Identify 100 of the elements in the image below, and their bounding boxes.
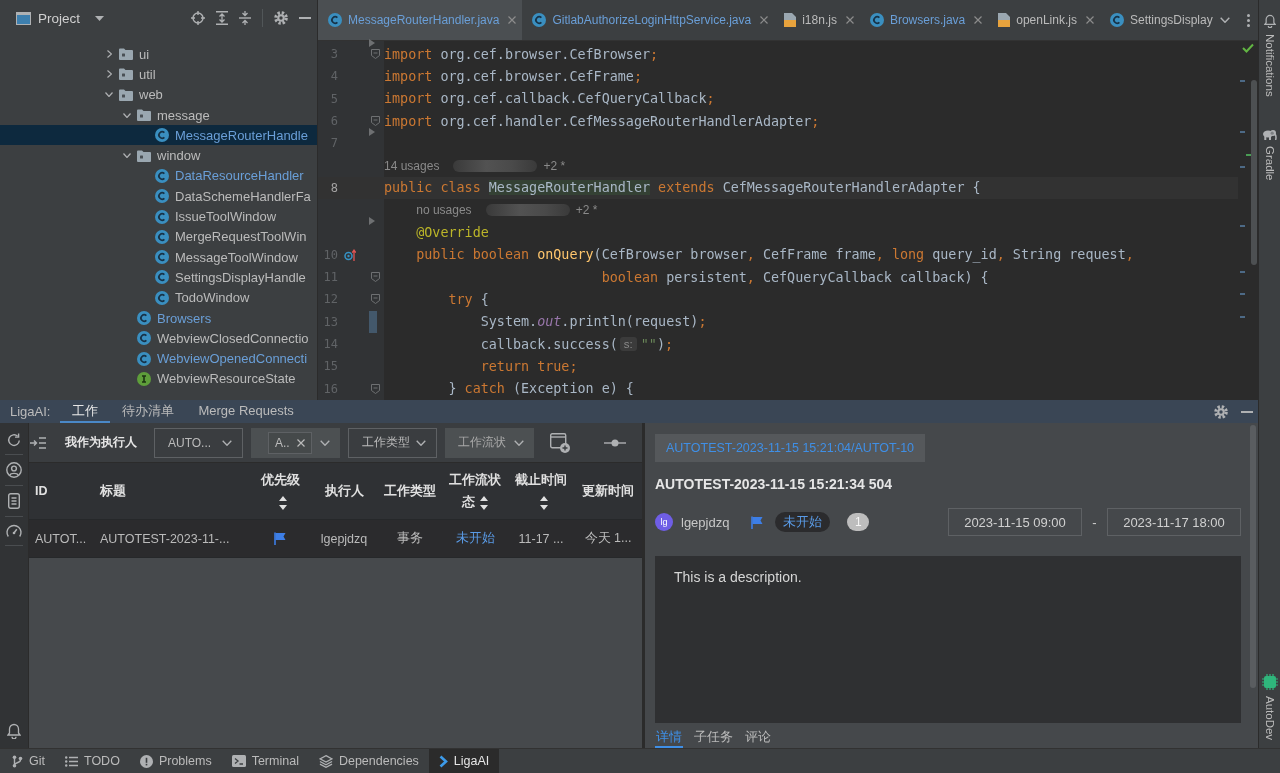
close-icon[interactable] <box>1085 16 1094 24</box>
triangle-icon[interactable] <box>369 128 375 137</box>
close-icon[interactable] <box>508 16 517 24</box>
table-row[interactable]: AUTOT... AUTOTEST-2023-11-... lgepjdzq 事务 未开始 11-17 ... 今天 1... <box>29 520 642 558</box>
tree-item[interactable]: TodoWindow <box>175 290 250 306</box>
close-icon[interactable] <box>296 438 305 447</box>
side-tool-button[interactable]: AutoDev <box>1261 673 1278 740</box>
usages-hint[interactable]: no usages <box>416 203 472 218</box>
description-box[interactable]: This is a description. <box>655 556 1241 723</box>
tree-item[interactable]: WebviewClosedConnectio <box>157 330 309 346</box>
tool-window-button[interactable]: Terminal <box>221 749 309 773</box>
tree-item[interactable]: MessageRouterHandle <box>175 127 308 143</box>
side-tool-button[interactable]: Notifications <box>1263 14 1276 97</box>
column-header[interactable]: 工作流状态 <box>442 463 508 519</box>
selected-row[interactable]: MessageRouterHandle <box>0 125 317 146</box>
triangle-icon[interactable] <box>369 217 375 226</box>
expand-all-icon[interactable] <box>216 11 228 25</box>
tool-window-button[interactable]: Dependencies <box>308 749 429 773</box>
tree-item[interactable]: MergeRequestToolWin <box>175 229 307 245</box>
fold-icon[interactable] <box>370 49 380 60</box>
column-header[interactable]: 标题 <box>93 463 250 519</box>
chevron-down-icon[interactable] <box>1220 17 1230 23</box>
close-icon[interactable] <box>760 16 769 24</box>
document-icon[interactable] <box>8 493 20 509</box>
fold-icon[interactable] <box>370 116 380 127</box>
fold-icon[interactable] <box>370 294 380 305</box>
filter-tag[interactable]: A.. <box>268 431 312 454</box>
chevron-down-icon[interactable] <box>105 92 113 98</box>
sort-icon[interactable] <box>278 495 287 510</box>
change-marker[interactable] <box>369 310 377 333</box>
status-badge[interactable]: 未开始 <box>775 512 831 532</box>
minimize-icon[interactable] <box>1241 410 1253 413</box>
add-window-icon[interactable] <box>550 432 570 453</box>
sort-icon[interactable] <box>539 495 548 510</box>
chevron-right-icon[interactable] <box>106 50 112 59</box>
triangle-icon[interactable] <box>369 39 375 47</box>
tool-window-button[interactable]: TODO <box>55 749 130 773</box>
author-hint[interactable]: +2 * <box>575 203 598 218</box>
filter-dropdown[interactable]: AUTO... <box>154 427 243 458</box>
bell-icon[interactable] <box>7 723 21 739</box>
tool-window-tab[interactable]: Merge Requests <box>186 400 306 423</box>
column-header[interactable]: 截止时间 <box>508 463 574 519</box>
tree-item[interactable]: DataResourceHandler <box>175 168 304 184</box>
refresh-icon[interactable] <box>7 433 21 447</box>
usages-hint[interactable]: 14 usages <box>384 158 440 173</box>
tool-window-button[interactable]: Git <box>2 749 55 773</box>
side-tool-button[interactable]: Gradle <box>1262 128 1277 181</box>
crosshair-icon[interactable] <box>191 11 205 25</box>
editor-tab[interactable]: GitlabAuthorizeLoginHttpService.java <box>522 0 775 40</box>
detail-tab[interactable]: 评论 <box>744 728 772 748</box>
tool-window-tab[interactable]: 待办清单 <box>110 400 187 423</box>
column-header[interactable]: 工作类型 <box>378 463 442 519</box>
tree-item[interactable]: web <box>139 87 163 103</box>
column-header[interactable]: ID <box>29 463 93 519</box>
date-field[interactable]: 2023-11-17 18:00 <box>1107 508 1241 536</box>
tree-item[interactable]: WebviewOpenedConnecti <box>157 351 308 367</box>
chevron-down-icon[interactable] <box>123 112 131 118</box>
tree-item[interactable]: WebviewResourceState <box>157 371 296 387</box>
editor-tab[interactable]: SettingsDisplay <box>1099 0 1219 40</box>
collapse-all-icon[interactable] <box>239 11 251 25</box>
close-icon[interactable] <box>974 16 983 24</box>
editor-tab[interactable]: i18n.js <box>774 0 860 40</box>
tree-item[interactable]: Browsers <box>157 310 212 326</box>
column-header[interactable]: 更新时间 <box>574 463 642 519</box>
editor-tab[interactable]: openLink.js <box>988 0 1100 40</box>
filter-dropdown[interactable]: 工作类型 <box>348 427 437 458</box>
sort-icon[interactable] <box>480 495 488 510</box>
filter-dropdown[interactable]: 工作流状 <box>445 427 534 458</box>
arrow-list-icon[interactable] <box>30 436 46 449</box>
editor-tab[interactable]: Browsers.java <box>859 0 989 40</box>
tree-item[interactable]: DataSchemeHandlerFa <box>175 188 311 204</box>
code-editor[interactable] <box>318 41 1258 400</box>
fold-icon[interactable] <box>370 383 380 394</box>
scrollbar-thumb[interactable] <box>1251 80 1257 265</box>
tool-window-button[interactable]: LigaAI <box>428 749 500 773</box>
assignee-filter-label[interactable]: 我作为执行人 <box>65 434 137 451</box>
check-icon[interactable] <box>1242 43 1254 53</box>
detail-tab[interactable]: 子任务 <box>693 728 734 748</box>
tool-window-button[interactable]: Problems <box>129 749 222 773</box>
column-header[interactable]: 执行人 <box>310 463 378 519</box>
column-header[interactable]: 优先级 <box>250 463 310 519</box>
tree-item[interactable]: window <box>157 148 201 164</box>
settings-icon[interactable] <box>1214 404 1228 419</box>
tree-item[interactable]: IssueToolWindow <box>175 209 277 224</box>
dropdown-caret-icon[interactable] <box>95 15 105 21</box>
tree-item[interactable]: ui <box>139 46 150 62</box>
panel-title[interactable]: Project <box>38 10 81 26</box>
tree-item[interactable]: util <box>139 66 156 82</box>
flag-icon[interactable] <box>751 515 764 529</box>
editor-tab[interactable]: MessageRouterHandler.java <box>318 0 523 40</box>
filter-dropdown[interactable]: A.. <box>251 427 340 458</box>
more-icon[interactable] <box>1247 13 1250 27</box>
author-hint[interactable]: +2 * <box>543 158 566 173</box>
chevron-down-icon[interactable] <box>123 153 131 159</box>
tree-item[interactable]: SettingsDisplayHandle <box>175 269 306 285</box>
line-dot-icon[interactable] <box>604 438 626 447</box>
tree-item[interactable]: MessageToolWindow <box>175 249 298 265</box>
tree-item[interactable]: message <box>157 107 210 123</box>
fold-icon[interactable] <box>370 272 380 283</box>
settings-icon[interactable] <box>274 11 288 25</box>
